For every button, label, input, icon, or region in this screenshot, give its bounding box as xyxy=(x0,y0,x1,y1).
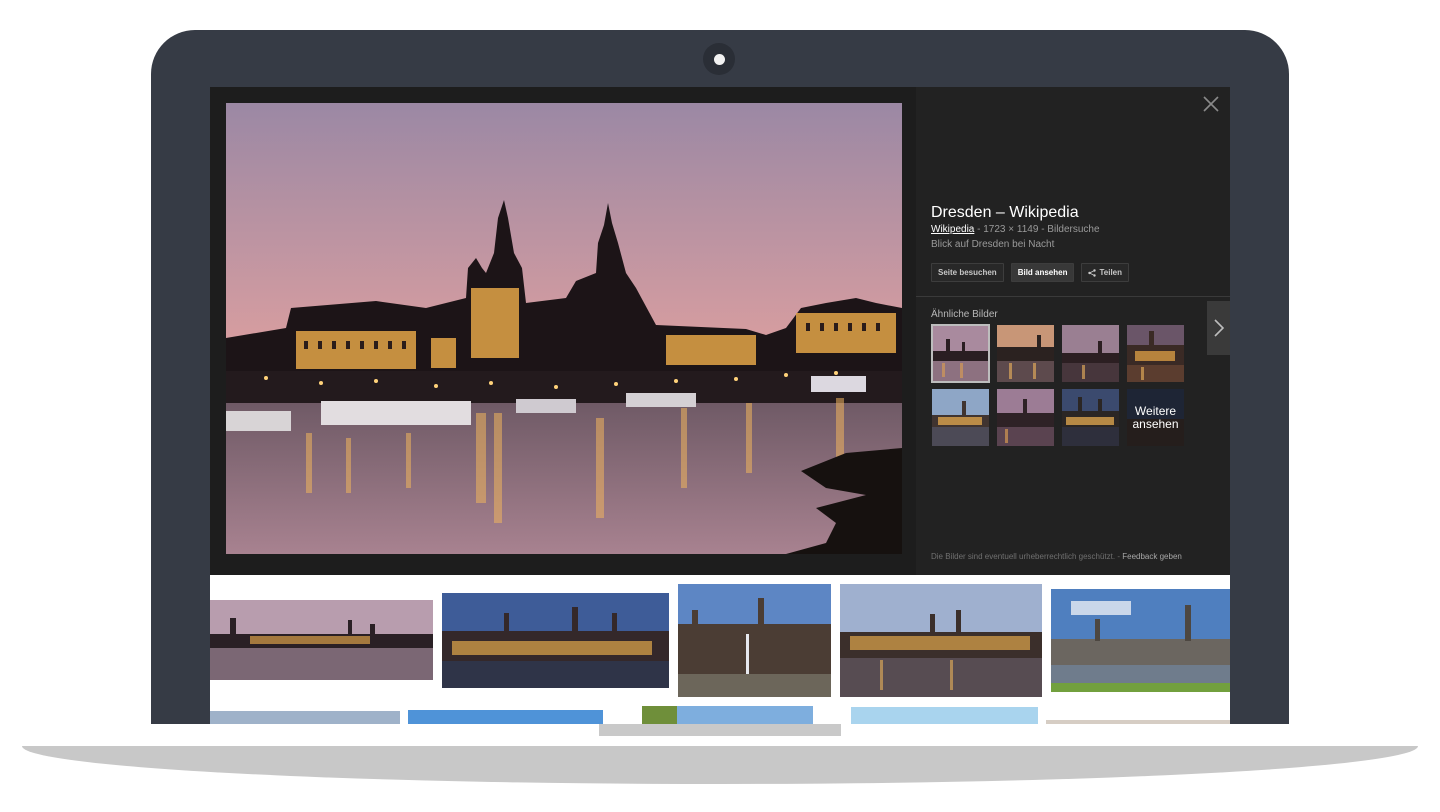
main-image[interactable] xyxy=(226,103,902,554)
result-image[interactable] xyxy=(1046,720,1230,724)
result-image[interactable] xyxy=(678,584,831,697)
panel-divider xyxy=(916,296,1230,297)
more-similar-images[interactable]: Weitere ansehen xyxy=(1127,389,1184,446)
result-image[interactable] xyxy=(1051,589,1230,692)
similar-image[interactable] xyxy=(1062,389,1119,446)
laptop-screen: Dresden – Wikipedia Wikipedia - 1723 × 1… xyxy=(210,87,1230,724)
image-meta: Wikipedia - 1723 × 1149 - Bildersuche xyxy=(931,224,1100,235)
next-image-button[interactable] xyxy=(1207,301,1230,355)
result-image[interactable] xyxy=(210,711,400,724)
close-icon[interactable] xyxy=(1202,95,1220,113)
feedback-link[interactable]: Feedback geben xyxy=(1122,552,1182,561)
copyright-note: Die Bilder sind eventuell urheberrechtli… xyxy=(931,552,1116,561)
result-image[interactable] xyxy=(408,710,603,724)
webcam xyxy=(703,43,735,75)
result-image[interactable] xyxy=(851,707,1038,724)
result-image[interactable] xyxy=(210,600,433,680)
laptop-base xyxy=(22,746,1418,784)
similar-image[interactable] xyxy=(997,389,1054,446)
image-description: Blick auf Dresden bei Nacht xyxy=(931,239,1055,250)
similar-image[interactable] xyxy=(997,325,1054,382)
image-preview-panel: Dresden – Wikipedia Wikipedia - 1723 × 1… xyxy=(210,87,1230,575)
result-image[interactable] xyxy=(642,706,813,724)
result-image[interactable] xyxy=(442,593,669,688)
chevron-right-icon xyxy=(1213,319,1224,337)
similar-image[interactable] xyxy=(1062,325,1119,382)
image-title[interactable]: Dresden – Wikipedia xyxy=(931,204,1079,222)
source-link[interactable]: Wikipedia xyxy=(931,224,974,235)
image-info-panel: Dresden – Wikipedia Wikipedia - 1723 × 1… xyxy=(916,87,1230,575)
share-label: Teilen xyxy=(1099,268,1123,277)
share-icon xyxy=(1088,268,1097,277)
action-buttons: Seite besuchen Bild ansehen Teilen xyxy=(931,263,1130,282)
view-image-button[interactable]: Bild ansehen xyxy=(1010,263,1075,282)
similar-image[interactable] xyxy=(931,324,990,383)
more-label: Weitere ansehen xyxy=(1127,389,1184,446)
similar-image[interactable] xyxy=(1127,325,1184,382)
image-dimensions: 1723 × 1149 xyxy=(983,224,1039,235)
result-image[interactable] xyxy=(840,584,1042,697)
similar-images-grid: Weitere ansehen xyxy=(931,324,1184,446)
share-button[interactable]: Teilen xyxy=(1081,263,1130,282)
similar-image[interactable] xyxy=(932,389,989,446)
visit-page-button[interactable]: Seite besuchen xyxy=(931,263,1004,282)
image-search-link[interactable]: Bildersuche xyxy=(1047,224,1099,235)
laptop-notch xyxy=(599,724,841,736)
panel-footer: Die Bilder sind eventuell urheberrechtli… xyxy=(931,552,1182,561)
similar-images-heading: Ähnliche Bilder xyxy=(931,309,998,320)
